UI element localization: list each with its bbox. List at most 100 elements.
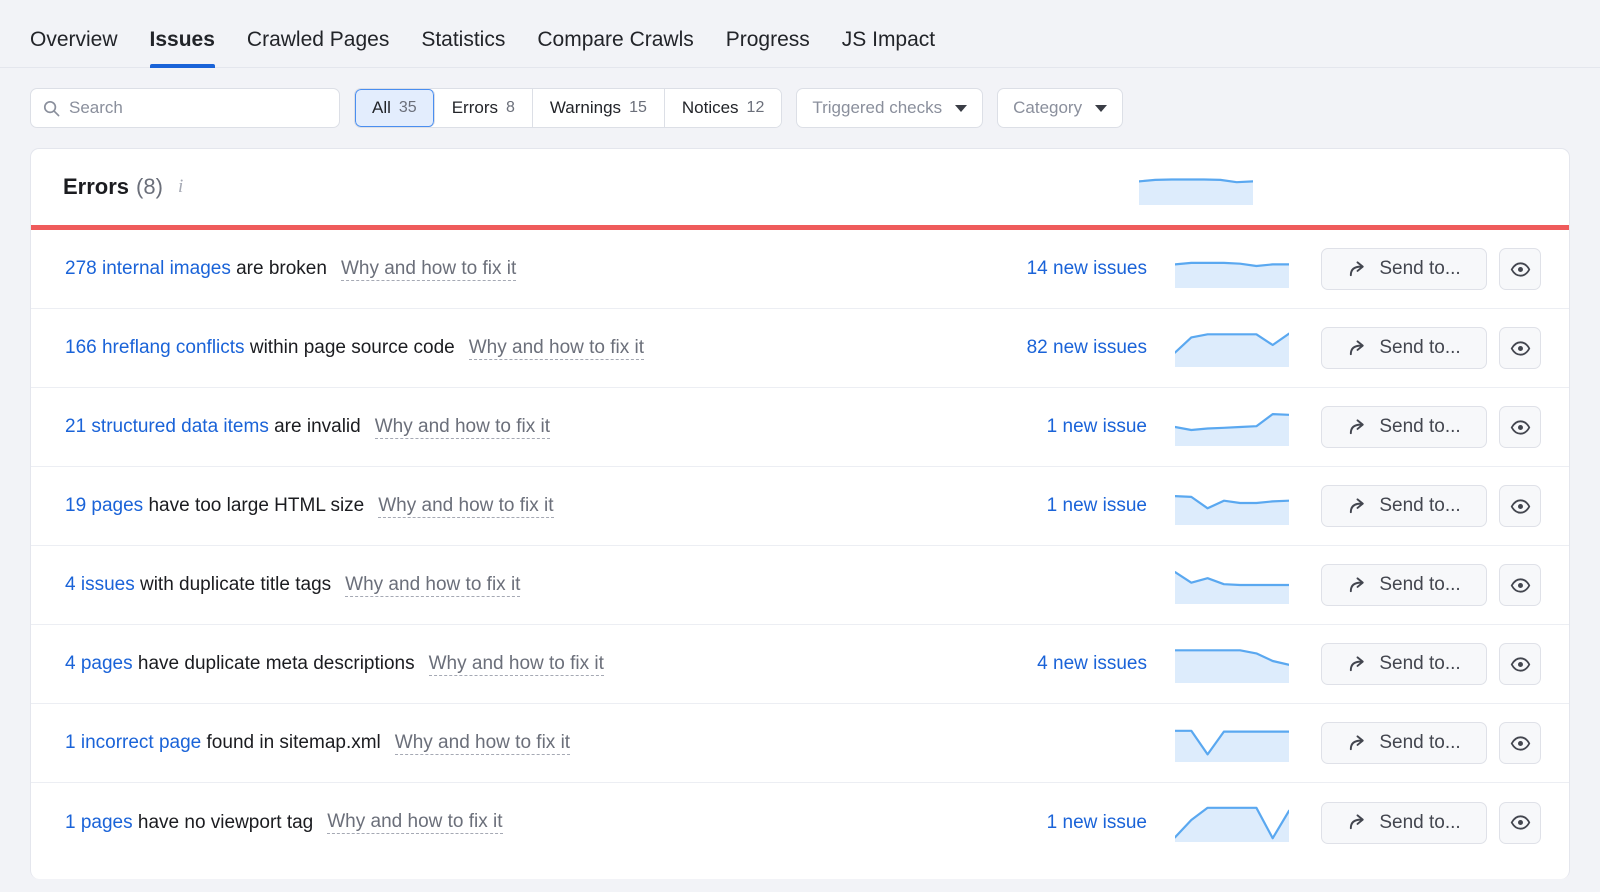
issue-description-rest: found in sitemap.xml <box>201 732 381 753</box>
issue-trend-sparkline <box>1175 804 1321 842</box>
toggle-visibility-button[interactable] <box>1499 327 1541 369</box>
share-arrow-icon <box>1350 655 1365 671</box>
tab-js-impact[interactable]: JS Impact <box>842 27 935 67</box>
tab-issues[interactable]: Issues <box>149 27 216 68</box>
info-icon[interactable]: i <box>178 176 183 198</box>
issue-count-link[interactable]: 1 pages <box>65 812 133 833</box>
issue-row-actions: 1 new issue Send to... <box>943 388 1541 466</box>
issue-row-actions: 4 new issues Send to... <box>943 625 1541 703</box>
toggle-visibility-button[interactable] <box>1499 248 1541 290</box>
issue-description-rest: are invalid <box>268 416 361 437</box>
why-and-how-to-fix-it-link[interactable]: Why and how to fix it <box>394 732 571 755</box>
issue-count-link[interactable]: 1 incorrect page <box>65 732 201 753</box>
issue-count-link[interactable]: 278 internal images <box>65 258 231 279</box>
tab-progress[interactable]: Progress <box>726 27 810 67</box>
send-to-button[interactable]: Send to... <box>1321 406 1487 448</box>
why-and-how-to-fix-it-link[interactable]: Why and how to fix it <box>374 416 551 439</box>
issue-trend-sparkline <box>1175 487 1321 525</box>
eye-icon <box>1510 496 1531 517</box>
issues-list: 278 internal images are broken Why and ho… <box>31 230 1569 862</box>
send-to-button[interactable]: Send to... <box>1321 327 1487 369</box>
send-to-label: Send to... <box>1379 574 1461 595</box>
eye-icon <box>1510 815 1530 830</box>
issue-description: 166 hreflang conflicts within page sourc… <box>65 337 455 359</box>
send-to-label: Send to... <box>1379 732 1461 753</box>
eye-icon <box>1510 340 1530 356</box>
why-and-how-to-fix-it-link[interactable]: Why and how to fix it <box>378 495 554 518</box>
send-to-button[interactable]: Send to... <box>1321 643 1487 685</box>
send-to-label: Send to... <box>1379 337 1461 358</box>
issue-count-link[interactable]: 166 hreflang conflicts <box>65 337 245 358</box>
filter-errors[interactable]: Errors 8 <box>434 89 533 127</box>
why-and-how-to-fix-it-link[interactable]: Why and how to fix it <box>468 337 645 360</box>
issue-trend-sparkline <box>1175 329 1321 367</box>
issue-description-rest: have too large HTML size <box>143 495 365 516</box>
share-arrow-icon <box>1350 497 1365 513</box>
send-to-button[interactable]: Send to... <box>1321 248 1487 290</box>
filter-label: Notices <box>681 98 739 117</box>
why-and-how-to-fix-it-link[interactable]: Why and how to fix it <box>340 258 517 281</box>
toggle-visibility-button[interactable] <box>1499 485 1541 527</box>
why-and-how-to-fix-it-link[interactable]: Why and how to fix it <box>327 811 503 834</box>
send-to-label: Send to... <box>1379 416 1461 437</box>
issue-row: 4 issues with duplicate title tags Why an… <box>31 546 1569 625</box>
tab-statistics[interactable]: Statistics <box>421 27 505 67</box>
issue-count-link[interactable]: 4 issues <box>65 574 135 595</box>
eye-icon <box>1510 812 1531 833</box>
toggle-visibility-button[interactable] <box>1499 722 1541 764</box>
new-issues-link[interactable]: 1 new issue <box>943 416 1175 438</box>
filter-all[interactable]: All 35 <box>355 89 435 127</box>
toggle-visibility-button[interactable] <box>1499 564 1541 606</box>
toggle-visibility-button[interactable] <box>1499 406 1541 448</box>
issue-row-actions: 1 new issue Send to... <box>943 467 1541 545</box>
search-icon <box>43 100 60 117</box>
toggle-visibility-button[interactable] <box>1499 801 1541 844</box>
issue-row: 4 pages have duplicate meta descriptions… <box>31 625 1569 704</box>
issue-description: 19 pages have too large HTML size <box>65 495 364 517</box>
new-issues-link[interactable]: 82 new issues <box>943 337 1175 359</box>
issue-description: 1 incorrect page found in sitemap.xml <box>65 732 381 754</box>
share-arrow-icon <box>1347 812 1368 833</box>
issue-count-link[interactable]: 21 structured data items <box>65 416 269 437</box>
search-box[interactable] <box>30 88 340 128</box>
eye-icon <box>1510 577 1530 593</box>
send-to-button[interactable]: Send to... <box>1321 801 1487 844</box>
category-dropdown[interactable]: Category <box>997 88 1124 128</box>
filter-notices[interactable]: Notices 12 <box>664 89 782 127</box>
new-issues-link[interactable]: 14 new issues <box>943 258 1175 280</box>
toggle-visibility-button[interactable] <box>1499 643 1541 685</box>
filter-warnings[interactable]: Warnings 15 <box>532 89 665 127</box>
tab-compare-crawls[interactable]: Compare Crawls <box>537 27 693 67</box>
send-to-label: Send to... <box>1379 495 1461 516</box>
send-to-label: Send to... <box>1379 653 1461 674</box>
send-to-button[interactable]: Send to... <box>1321 722 1487 764</box>
issue-count-link[interactable]: 19 pages <box>65 495 143 516</box>
new-issues-link[interactable]: 4 new issues <box>943 653 1175 675</box>
triggered-checks-label: Triggered checks <box>812 98 943 117</box>
filter-count: 15 <box>629 99 647 116</box>
issue-count-link[interactable]: 4 pages <box>65 653 133 674</box>
triggered-checks-dropdown[interactable]: Triggered checks <box>796 88 984 128</box>
tab-crawled-pages[interactable]: Crawled Pages <box>247 27 389 67</box>
filter-label: All <box>372 98 391 117</box>
send-to-button[interactable]: Send to... <box>1321 564 1487 606</box>
chevron-down-icon <box>955 104 968 112</box>
issue-description-rest: within page source code <box>244 337 455 358</box>
why-and-how-to-fix-it-link[interactable]: Why and how to fix it <box>345 574 521 597</box>
category-label: Category <box>1013 98 1083 117</box>
share-arrow-icon <box>1350 418 1365 434</box>
issue-row-actions: 1 new issue Send to... <box>943 783 1541 862</box>
issue-row-actions: 82 new issues Send to... <box>943 309 1541 387</box>
share-arrow-icon <box>1347 575 1368 596</box>
share-arrow-icon <box>1350 260 1365 276</box>
eye-icon <box>1510 498 1530 514</box>
send-to-button[interactable]: Send to... <box>1321 485 1487 527</box>
eye-icon <box>1510 654 1531 675</box>
eye-icon <box>1510 338 1531 359</box>
why-and-how-to-fix-it-link[interactable]: Why and how to fix it <box>428 653 604 676</box>
eye-icon <box>1510 733 1531 754</box>
new-issues-link[interactable]: 1 new issue <box>943 495 1175 517</box>
tab-overview[interactable]: Overview <box>30 27 118 67</box>
search-input[interactable] <box>69 98 327 118</box>
new-issues-link[interactable]: 1 new issue <box>943 812 1175 834</box>
